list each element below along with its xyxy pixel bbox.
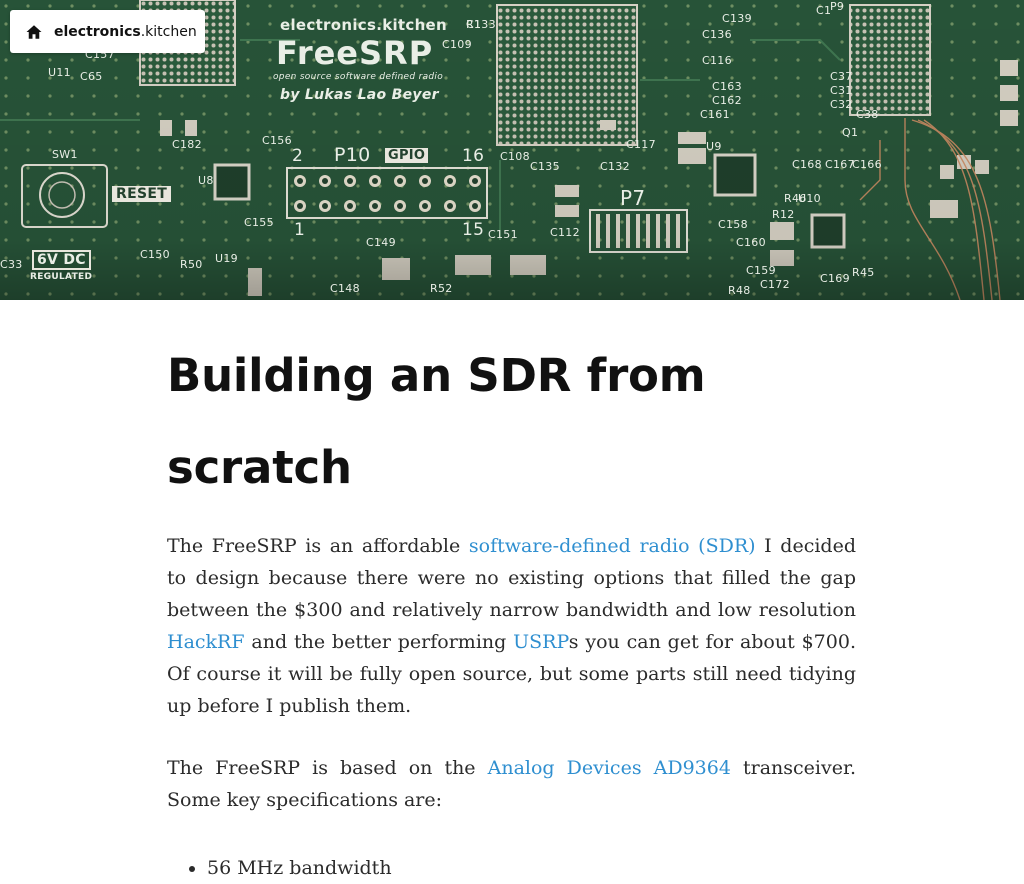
silk-pin15: 15 <box>462 220 485 240</box>
silk-p7: P7 <box>620 186 646 210</box>
silk-ref-r50: R50 <box>180 258 203 271</box>
silk-ref-c163: C163 <box>712 80 742 93</box>
silk-ref-r1: R1 <box>466 18 482 31</box>
silk-ref-c38: C38 <box>856 108 879 121</box>
silk-ref-c159: C159 <box>746 264 776 277</box>
silk-power: 6V DC <box>32 250 91 270</box>
brand-name-rest: .kitchen <box>140 23 197 40</box>
usrp-link[interactable]: USRP <box>513 631 569 653</box>
silk-ref-c150: C150 <box>140 248 170 261</box>
silk-ref-c135: C135 <box>530 160 560 173</box>
silk-ref-u8: U8 <box>198 174 214 187</box>
silk-ref-c151: C151 <box>488 228 518 241</box>
silk-ref-c112: C112 <box>550 226 580 239</box>
silk-ref-c109: C109 <box>442 38 472 51</box>
silk-ref-c155: C155 <box>244 216 274 229</box>
silk-tagline: open source software defined radio <box>273 72 444 82</box>
hackrf-link[interactable]: HackRF <box>167 631 245 653</box>
silk-ref-c132: C132 <box>600 160 630 173</box>
silk-author: by Lukas Lao Beyer <box>280 87 439 103</box>
home-link[interactable]: electronics .kitchen <box>10 10 205 53</box>
silk-ref-r12: R12 <box>772 208 795 221</box>
ad9364-link[interactable]: Analog Devices AD9364 <box>488 757 731 779</box>
silk-ref-c117: C117 <box>626 138 656 151</box>
intro-paragraph: The FreeSRP is an affordable software-de… <box>167 530 856 722</box>
silk-site: electronics.kitchen <box>280 16 448 34</box>
silk-gpio: GPIO <box>385 148 429 163</box>
silk-ref-r48: R48 <box>728 284 751 297</box>
intro-text-1: The FreeSRP is an affordable <box>167 535 469 557</box>
silk-regulated: REGULATED <box>30 272 93 282</box>
silk-ref-c65: C65 <box>80 70 103 83</box>
silk-ref-c162: C162 <box>712 94 742 107</box>
silk-pin1: 1 <box>294 220 306 240</box>
spec-item: 56 MHz bandwidth <box>207 852 856 884</box>
silk-sw1: SW1 <box>52 148 78 161</box>
silk-ref-c33: C33 <box>0 258 23 271</box>
silk-ref-c139: C139 <box>722 12 752 25</box>
silk-ref-c136: C136 <box>702 28 732 41</box>
silk-ref-c182: C182 <box>172 138 202 151</box>
intro-text-3: and the better performing <box>244 631 514 653</box>
sdr-link[interactable]: software-defined radio (SDR) <box>469 535 756 557</box>
silk-ref-q1: Q1 <box>842 126 859 139</box>
silk-ref-c37: C37 <box>830 70 853 83</box>
silk-ref-c172: C172 <box>760 278 790 291</box>
silk-ref-c108: C108 <box>500 150 530 163</box>
specs-list: 56 MHz bandwidth <box>167 852 856 884</box>
silk-product: FreeSRP <box>276 34 434 72</box>
specs-intro-paragraph: The FreeSRP is based on the Analog Devic… <box>167 752 856 816</box>
article: Building an SDR from scratch The FreeSRP… <box>167 330 856 884</box>
silk-ref-c149: C149 <box>366 236 396 249</box>
article-title: Building an SDR from scratch <box>167 349 706 494</box>
silk-ref-c160: C160 <box>736 236 766 249</box>
silk-ref-r45: R45 <box>852 266 875 279</box>
silk-ref-u11: U11 <box>48 66 71 79</box>
silk-ref-u10: U10 <box>798 192 821 205</box>
silk-ref-c169: C169 <box>820 272 850 285</box>
silk-ref-c161: C161 <box>700 108 730 121</box>
silk-ref-p9: P9 <box>830 0 845 13</box>
silk-ref-c158: C158 <box>718 218 748 231</box>
specs-intro-text-1: The FreeSRP is based on the <box>167 757 488 779</box>
silk-ref-c156: C156 <box>262 134 292 147</box>
silk-ref-c32: C32 <box>830 98 853 111</box>
silk-p10: P10 <box>334 144 371 166</box>
silk-ref-c31: C31 <box>830 84 853 97</box>
silk-ref-c116: C116 <box>702 54 732 67</box>
silk-ref-c168: C168 <box>792 158 822 171</box>
silk-ref-c1: C1 <box>816 4 832 17</box>
silk-ref-r52: R52 <box>430 282 453 295</box>
silk-ref-c148: C148 <box>330 282 360 295</box>
silk-ref-c166: C166 <box>852 158 882 171</box>
silk-ref-u19: U19 <box>215 252 238 265</box>
home-icon <box>26 24 42 39</box>
silk-ref-u9: U9 <box>706 140 722 153</box>
silk-ref-c167: C167 <box>825 158 855 171</box>
silk-reset: RESET <box>112 186 172 202</box>
silk-pin16: 16 <box>462 146 485 166</box>
silk-pin2: 2 <box>292 146 304 166</box>
brand-name-bold: electronics <box>54 23 141 40</box>
